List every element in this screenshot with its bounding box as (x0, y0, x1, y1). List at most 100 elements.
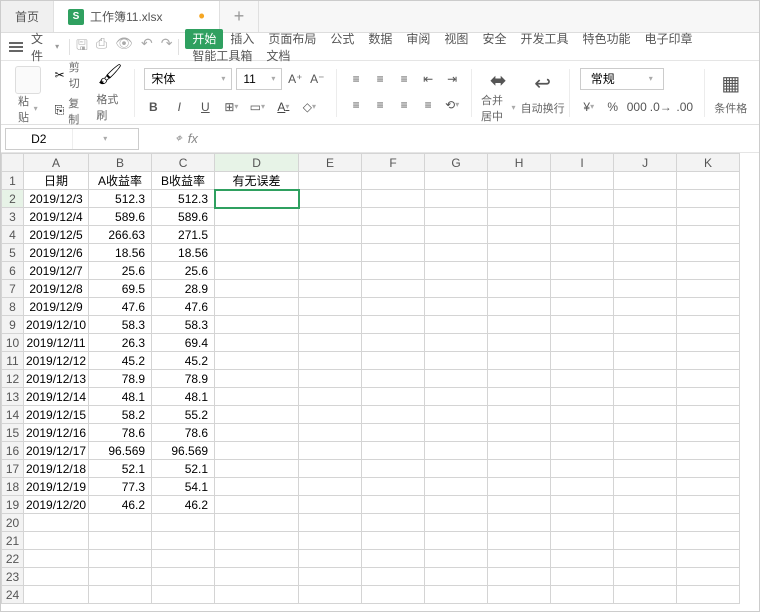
cell-J13[interactable] (614, 388, 677, 406)
cell-E17[interactable] (299, 460, 362, 478)
cell-K5[interactable] (677, 244, 740, 262)
cell-A5[interactable]: 2019/12/6 (24, 244, 89, 262)
save-icon[interactable]: 🖫 (76, 35, 88, 59)
cell-B19[interactable]: 46.2 (89, 496, 152, 514)
underline-button[interactable]: U (196, 98, 214, 116)
hamburger-icon[interactable] (7, 40, 25, 54)
cell-K17[interactable] (677, 460, 740, 478)
row-header-5[interactable]: 5 (2, 244, 24, 262)
align-middle-icon[interactable]: ≡ (371, 70, 389, 88)
cell-A9[interactable]: 2019/12/10 (24, 316, 89, 334)
cell-I23[interactable] (551, 568, 614, 586)
format-painter-button[interactable]: 格式刷 (96, 91, 123, 123)
cell-K6[interactable] (677, 262, 740, 280)
cell-F14[interactable] (362, 406, 425, 424)
align-center-icon[interactable]: ≡ (371, 96, 389, 114)
cell-H24[interactable] (488, 586, 551, 604)
cell-H17[interactable] (488, 460, 551, 478)
percent-icon[interactable]: % (604, 98, 622, 116)
row-header-1[interactable]: 1 (2, 172, 24, 190)
increase-font-icon[interactable]: A⁺ (286, 70, 304, 88)
cell-G15[interactable] (425, 424, 488, 442)
cell-K12[interactable] (677, 370, 740, 388)
cell-K18[interactable] (677, 478, 740, 496)
decrease-font-icon[interactable]: A⁻ (308, 70, 326, 88)
align-top-icon[interactable]: ≡ (347, 70, 365, 88)
cell-H1[interactable] (488, 172, 551, 190)
cell-C9[interactable]: 58.3 (152, 316, 215, 334)
row-header-23[interactable]: 23 (2, 568, 24, 586)
cell-E18[interactable] (299, 478, 362, 496)
cell-K24[interactable] (677, 586, 740, 604)
cell-K19[interactable] (677, 496, 740, 514)
cell-F13[interactable] (362, 388, 425, 406)
col-header-G[interactable]: G (425, 154, 488, 172)
cell-A10[interactable]: 2019/12/11 (24, 334, 89, 352)
cell-H6[interactable] (488, 262, 551, 280)
cell-A8[interactable]: 2019/12/9 (24, 298, 89, 316)
cell-A12[interactable]: 2019/12/13 (24, 370, 89, 388)
menu-公式[interactable]: 公式 (323, 29, 361, 49)
cell-K16[interactable] (677, 442, 740, 460)
fill-color-button[interactable]: ▭ (248, 96, 266, 118)
font-size-select[interactable]: 11 (236, 68, 282, 90)
cell-G12[interactable] (425, 370, 488, 388)
cell-J7[interactable] (614, 280, 677, 298)
increase-decimal-icon[interactable]: .0→ (652, 98, 670, 116)
cell-G24[interactable] (425, 586, 488, 604)
cell-B15[interactable]: 78.6 (89, 424, 152, 442)
menu-视图[interactable]: 视图 (437, 29, 475, 49)
row-header-9[interactable]: 9 (2, 316, 24, 334)
cell-A7[interactable]: 2019/12/8 (24, 280, 89, 298)
font-family-select[interactable]: 宋体 (144, 68, 232, 90)
cell-E14[interactable] (299, 406, 362, 424)
merge-center-button[interactable]: ⬌ 合并居中 (476, 67, 520, 119)
cell-I5[interactable] (551, 244, 614, 262)
cell-I19[interactable] (551, 496, 614, 514)
cell-I24[interactable] (551, 586, 614, 604)
cell-C23[interactable] (152, 568, 215, 586)
cell-F20[interactable] (362, 514, 425, 532)
cell-D22[interactable] (215, 550, 299, 568)
cell-G5[interactable] (425, 244, 488, 262)
paste-icon[interactable] (15, 66, 41, 94)
indent-increase-icon[interactable]: ⇥ (443, 70, 461, 88)
format-painter-icon[interactable]: 🖌 (97, 62, 122, 87)
cell-G3[interactable] (425, 208, 488, 226)
cell-J1[interactable] (614, 172, 677, 190)
cell-I10[interactable] (551, 334, 614, 352)
insert-function-icon[interactable]: ⌖ (175, 131, 182, 146)
cell-A18[interactable]: 2019/12/19 (24, 478, 89, 496)
cell-J12[interactable] (614, 370, 677, 388)
cell-E3[interactable] (299, 208, 362, 226)
decrease-decimal-icon[interactable]: .00 (676, 98, 694, 116)
cell-B20[interactable] (89, 514, 152, 532)
cell-A23[interactable] (24, 568, 89, 586)
cell-G6[interactable] (425, 262, 488, 280)
cell-K11[interactable] (677, 352, 740, 370)
row-header-15[interactable]: 15 (2, 424, 24, 442)
cell-E13[interactable] (299, 388, 362, 406)
col-header-E[interactable]: E (299, 154, 362, 172)
col-header-D[interactable]: D (215, 154, 299, 172)
cell-D2[interactable] (215, 190, 299, 208)
cell-G13[interactable] (425, 388, 488, 406)
cell-F19[interactable] (362, 496, 425, 514)
cell-J20[interactable] (614, 514, 677, 532)
col-header-J[interactable]: J (614, 154, 677, 172)
cell-K23[interactable] (677, 568, 740, 586)
menu-智能工具箱[interactable]: 智能工具箱 (185, 46, 259, 66)
cell-J24[interactable] (614, 586, 677, 604)
align-left-icon[interactable]: ≡ (347, 96, 365, 114)
cell-A15[interactable]: 2019/12/16 (24, 424, 89, 442)
cell-B16[interactable]: 96.569 (89, 442, 152, 460)
cell-E15[interactable] (299, 424, 362, 442)
cell-C11[interactable]: 45.2 (152, 352, 215, 370)
cell-I16[interactable] (551, 442, 614, 460)
cell-J22[interactable] (614, 550, 677, 568)
cell-C18[interactable]: 54.1 (152, 478, 215, 496)
cell-F6[interactable] (362, 262, 425, 280)
cell-J5[interactable] (614, 244, 677, 262)
col-header-A[interactable]: A (24, 154, 89, 172)
cell-H12[interactable] (488, 370, 551, 388)
